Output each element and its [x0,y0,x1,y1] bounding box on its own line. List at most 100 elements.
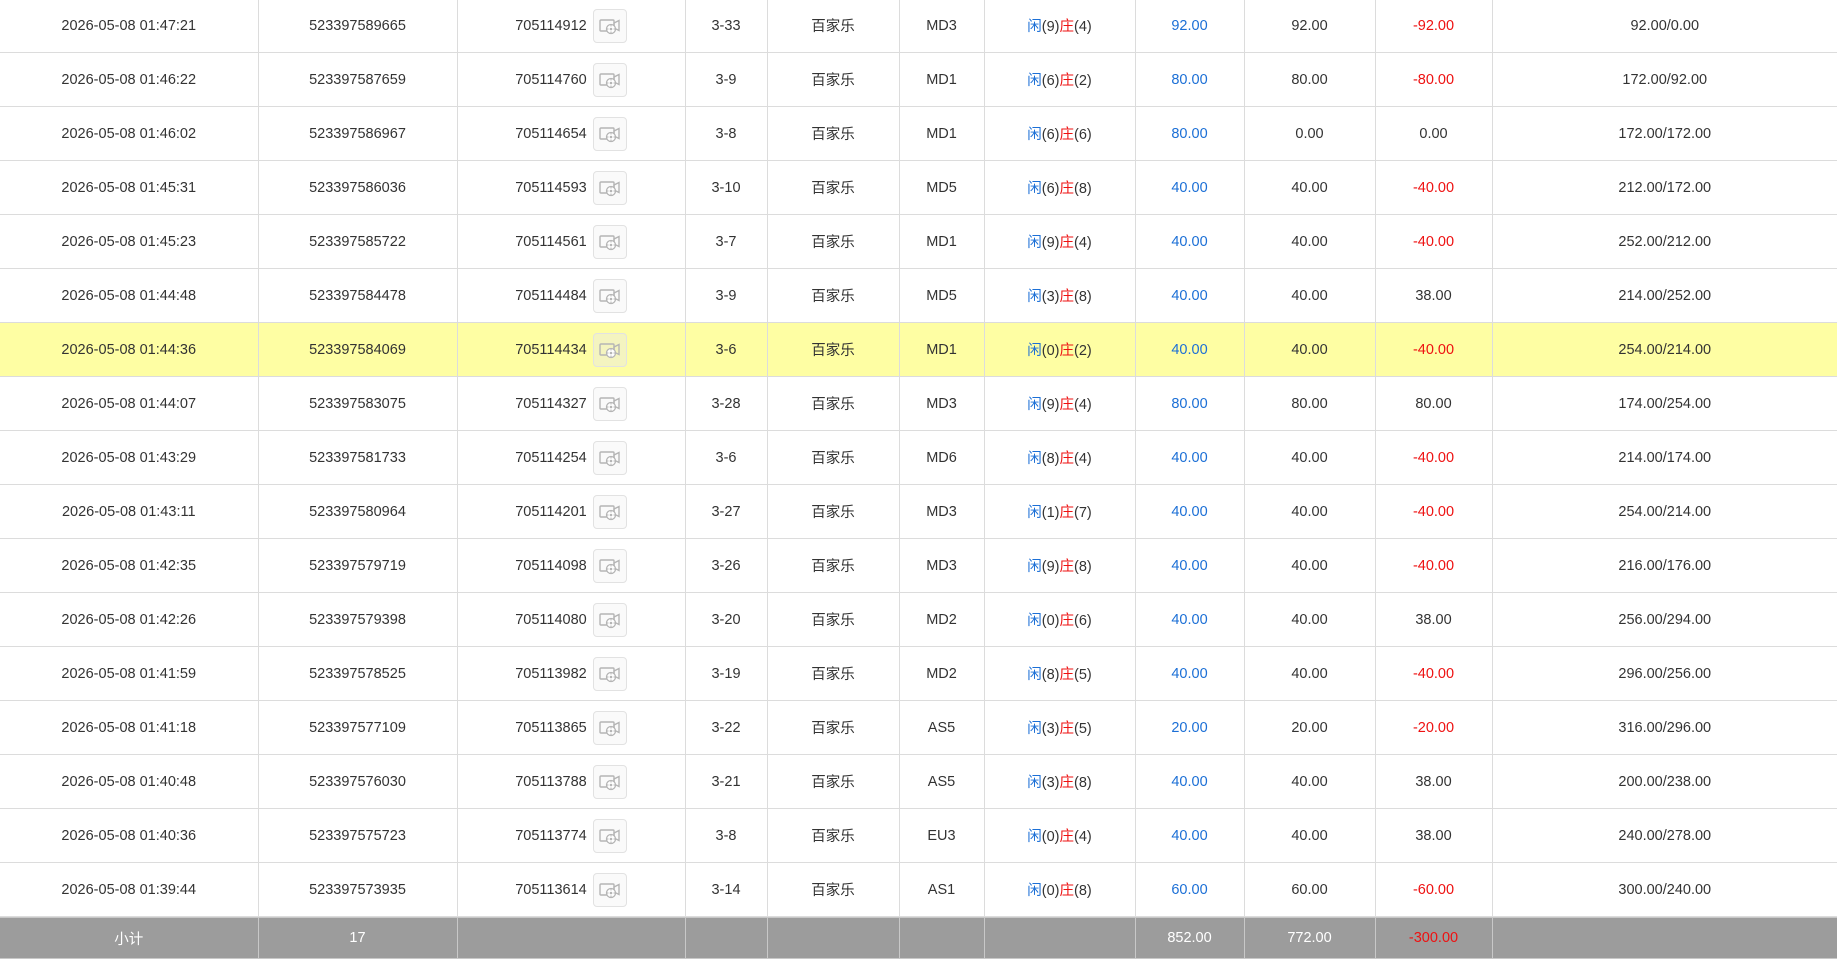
bet-amount-cell: 40.00 [1134,322,1245,377]
replay-video-icon[interactable] [592,602,627,637]
order-number: 523397583075 [309,395,406,412]
shoe-hand-cell: 3-9 [684,268,768,323]
order-number: 523397577109 [309,719,406,736]
valid-bet: 40.00 [1291,233,1328,250]
table-row[interactable]: 2026-05-08 01:41:18 523397577109 7051138… [0,700,1837,755]
replay-video-icon[interactable] [592,656,627,691]
banker-points: 4 [1078,451,1087,467]
banker-label: 庄 [1059,667,1075,683]
replay-video-icon[interactable] [592,62,627,97]
table-row[interactable]: 2026-05-08 01:45:31 523397586036 7051145… [0,160,1837,215]
round-number-cell: 705114561 [456,214,686,269]
replay-video-icon[interactable] [592,494,627,529]
table-row[interactable]: 2026-05-08 01:45:23 523397585722 7051145… [0,214,1837,269]
bet-time: 2026-05-08 01:44:48 [61,287,197,304]
player-label: 闲 [1027,775,1042,791]
subtotal-row: 小计 17 852.00 772.00 -300.00 [0,917,1837,959]
subtotal-count-cell: 17 [257,917,458,959]
round-number-cell: 705114654 [456,106,686,161]
banker-label: 庄 [1059,127,1075,143]
win-loss: 38.00 [1415,773,1452,790]
round-number-cell: 705114201 [456,484,686,539]
balance-before-after: 252.00/212.00 [1618,233,1712,250]
banker-points: 2 [1078,343,1087,359]
player-points: 0 [1046,613,1055,629]
table-row[interactable]: 2026-05-08 01:40:48 523397576030 7051137… [0,754,1837,809]
order-number-cell: 523397578525 [257,646,458,701]
valid-bet-cell: 40.00 [1243,484,1376,539]
banker-label: 庄 [1059,559,1075,575]
shoe-hand: 3-6 [715,341,737,358]
win-loss-cell: -40.00 [1374,322,1493,377]
balance-cell: 256.00/294.00 [1491,592,1837,647]
shoe-hand: 3-8 [715,827,737,844]
banker-label: 庄 [1059,181,1075,197]
bet-time: 2026-05-08 01:40:48 [61,773,197,790]
shoe-hand-cell: 3-8 [684,106,768,161]
bet-time: 2026-05-08 01:44:07 [61,395,197,412]
subtotal-bet: 852.00 [1167,930,1212,946]
result-cell: 闲(9)庄(4) [983,0,1136,53]
balance-before-after: 240.00/278.00 [1618,827,1712,844]
bet-time-cell: 2026-05-08 01:43:11 [0,484,259,539]
table-row[interactable]: 2026-05-08 01:41:59 523397578525 7051139… [0,646,1837,701]
bet-amount: 40.00 [1171,773,1208,790]
valid-bet: 40.00 [1291,665,1328,682]
round-number: 705114912 [515,17,587,34]
table-row[interactable]: 2026-05-08 01:47:21 523397589665 7051149… [0,0,1837,53]
valid-bet-cell: 80.00 [1243,52,1376,107]
replay-video-icon[interactable] [592,224,627,259]
table-row[interactable]: 2026-05-08 01:46:22 523397587659 7051147… [0,52,1837,107]
table-row[interactable]: 2026-05-08 01:42:35 523397579719 7051140… [0,538,1837,593]
table-row[interactable]: 2026-05-08 01:39:44 523397573935 7051136… [0,862,1837,917]
table-row[interactable]: 2026-05-08 01:44:48 523397584478 7051144… [0,268,1837,323]
banker-points: 5 [1078,667,1087,683]
replay-video-icon[interactable] [592,170,627,205]
replay-video-icon[interactable] [592,278,627,313]
replay-video-icon[interactable] [592,548,627,583]
round-number: 705113865 [515,719,587,736]
replay-video-icon[interactable] [592,710,627,745]
subtotal-empty-cell [766,917,900,959]
game-type: 百家乐 [811,721,855,737]
shoe-hand-cell: 3-28 [684,376,768,431]
bet-time-cell: 2026-05-08 01:47:21 [0,0,259,53]
valid-bet-cell: 80.00 [1243,376,1376,431]
bet-amount-cell: 40.00 [1134,430,1245,485]
result-cell: 闲(9)庄(4) [983,376,1136,431]
replay-video-icon[interactable] [592,116,627,151]
win-loss-cell: -40.00 [1374,538,1493,593]
table-row[interactable]: 2026-05-08 01:43:29 523397581733 7051142… [0,430,1837,485]
table-row[interactable]: 2026-05-08 01:44:36 523397584069 7051144… [0,322,1837,377]
table-row[interactable]: 2026-05-08 01:46:02 523397586967 7051146… [0,106,1837,161]
order-number: 523397581733 [309,449,406,466]
player-label: 闲 [1027,883,1042,899]
round-number: 705113774 [515,827,587,844]
replay-video-icon[interactable] [592,872,627,907]
banker-points: 6 [1078,127,1087,143]
replay-video-icon[interactable] [592,818,627,853]
game-type: 百家乐 [811,343,855,359]
bet-amount: 40.00 [1171,233,1208,250]
replay-video-icon[interactable] [592,386,627,421]
shoe-hand: 3-9 [715,287,737,304]
bet-amount-cell: 92.00 [1134,0,1245,53]
table-row[interactable]: 2026-05-08 01:44:07 523397583075 7051143… [0,376,1837,431]
player-points: 3 [1046,775,1055,791]
replay-video-icon[interactable] [592,332,627,367]
game-type: 百家乐 [811,73,855,89]
replay-video-icon[interactable] [592,8,627,43]
table-row[interactable]: 2026-05-08 01:40:36 523397575723 7051137… [0,808,1837,863]
table-row[interactable]: 2026-05-08 01:43:11 523397580964 7051142… [0,484,1837,539]
round-number-cell: 705114484 [456,268,686,323]
replay-video-icon[interactable] [592,764,627,799]
table-code-cell: AS5 [898,700,985,755]
replay-video-icon[interactable] [592,440,627,475]
game-type: 百家乐 [811,289,855,305]
bet-time-cell: 2026-05-08 01:44:07 [0,376,259,431]
table-row[interactable]: 2026-05-08 01:42:26 523397579398 7051140… [0,592,1837,647]
subtotal-empty-cell [456,917,686,959]
balance-cell: 214.00/174.00 [1491,430,1837,485]
round-number-cell: 705114080 [456,592,686,647]
player-label: 闲 [1027,343,1042,359]
